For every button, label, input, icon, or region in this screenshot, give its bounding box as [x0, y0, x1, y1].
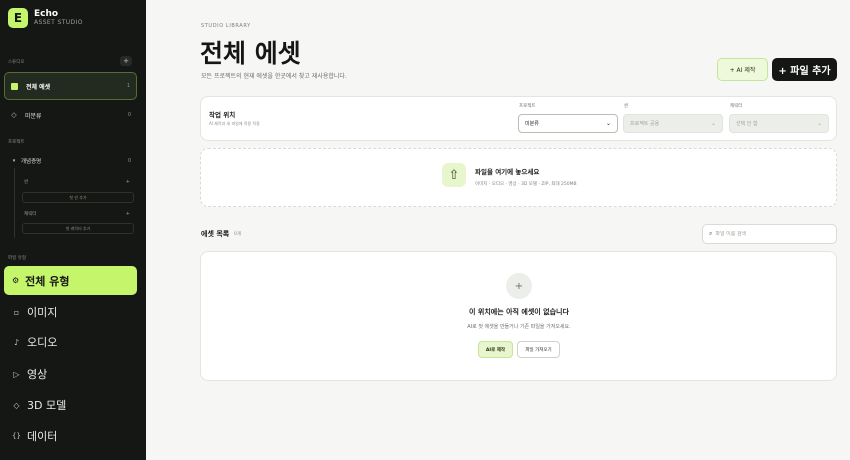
eyebrow: STUDIO LIBRARY [201, 23, 251, 29]
location-card: 작업 위치 AI 제작과 새 파일에 적용 적용 프로젝트 미분류 ⌄ 씬 프로… [200, 96, 837, 141]
add-studio-button[interactable]: + [120, 56, 132, 66]
dropzone-subtitle: 이미지 · 오디오 · 영상 · 3D 모델 · ZIP, 최대 250MB [475, 182, 577, 187]
brand[interactable]: E Echo ASSET STUDIO [8, 8, 83, 28]
project-select[interactable]: 미분류 ⌄ [518, 114, 618, 133]
search-input[interactable] [715, 231, 826, 237]
sidebar-type-image[interactable]: ▫ 이미지 [4, 300, 137, 324]
plus-icon[interactable]: + [126, 211, 130, 217]
sidebar-item-label: 개념증명 [21, 159, 42, 165]
brand-name: Echo [34, 9, 59, 19]
asset-list-title: 에셋 목록 [201, 230, 230, 238]
sub-label: 캐릭터 [24, 212, 37, 217]
scene-select[interactable]: 프로젝트 공용 ⌄ [623, 114, 723, 133]
plus-icon: + [506, 273, 532, 299]
sidebar-type-3d[interactable]: ◇ 3D 모델 [4, 393, 137, 417]
create-with-ai-button[interactable]: AI로 제작 [478, 341, 513, 358]
type-label: 이미지 [27, 306, 58, 319]
tree-line [14, 168, 15, 238]
select-value: 미분류 [525, 121, 539, 127]
cube-icon: ◇ [13, 400, 20, 410]
select-value: 선택 안 함 [736, 121, 758, 127]
section-label-file-type: 파일 유형 [8, 256, 26, 261]
chevron-down-icon: ⌄ [710, 120, 716, 127]
sidebar-type-video[interactable]: ▷ 영상 [4, 362, 137, 386]
caret-down-icon: ▾ [12, 158, 16, 164]
asset-list-count: 0개 [234, 232, 242, 237]
ai-create-button[interactable]: + AI 제작 [717, 58, 768, 81]
character-select-label: 캐릭터 [730, 104, 743, 109]
search-icon: ⌕ [709, 230, 713, 237]
sidebar-item-count: 0 [127, 112, 131, 118]
page-title: 전체 에셋 [200, 39, 301, 68]
image-icon: ▫ [13, 307, 20, 317]
upload-arrow-icon: ⇧ [442, 163, 466, 187]
character-select[interactable]: 선택 안 함 ⌄ [729, 114, 829, 133]
brand-logo: E [8, 8, 28, 28]
location-hint: AI 제작과 새 파일에 적용 적용 [209, 121, 260, 126]
add-scene-button[interactable]: 첫 씬 추가 [22, 192, 134, 203]
sidebar-type-data[interactable]: {} 데이터 [4, 424, 137, 448]
location-title: 작업 위치 [209, 111, 236, 119]
type-label: 3D 모델 [27, 399, 67, 412]
type-label: 오디오 [27, 336, 58, 349]
add-character-button[interactable]: 첫 캐릭터 추가 [22, 223, 134, 234]
diamond-icon: ◇ [11, 111, 17, 119]
add-file-button[interactable]: + 파일 추가 [772, 58, 837, 81]
settings-icon: ⚙ [12, 276, 20, 285]
empty-state-title: 이 위치에는 아직 에셋이 없습니다 [469, 308, 569, 316]
section-label-project: 프로젝트 [8, 140, 25, 145]
music-icon: ♪ [13, 337, 20, 347]
plus-icon[interactable]: + [126, 179, 130, 185]
dropzone-title: 파일을 여기에 놓으세요 [475, 168, 540, 176]
sidebar-item-count: 1 [126, 83, 130, 89]
import-file-button[interactable]: 파일 가져오기 [517, 341, 560, 358]
grid-icon [11, 82, 18, 90]
play-icon: ▷ [13, 369, 20, 379]
brand-subtitle: ASSET STUDIO [34, 19, 83, 26]
project-select-label: 프로젝트 [519, 104, 536, 109]
empty-state-subtitle: AI로 첫 에셋을 만들거나 기존 파일을 가져오세요. [467, 324, 571, 330]
scene-select-label: 씬 [624, 104, 629, 109]
sidebar: E Echo ASSET STUDIO 스튜디오 + 전체 에셋 1 ◇ 미분류… [0, 0, 146, 460]
type-label: 영상 [27, 368, 48, 381]
sidebar-item-label: 미분류 [25, 112, 42, 120]
sidebar-item-all-assets[interactable]: 전체 에셋 1 [4, 72, 137, 100]
sidebar-item-unclassified[interactable]: ◇ 미분류 0 [4, 106, 137, 124]
sub-label: 씬 [24, 180, 29, 185]
type-label: 데이터 [27, 430, 58, 443]
empty-state-card: + 이 위치에는 아직 에셋이 없습니다 AI로 첫 에셋을 만들거나 기존 파… [200, 251, 837, 381]
chevron-down-icon: ⌄ [816, 120, 822, 127]
sidebar-sub-scene[interactable]: 씬 + [22, 176, 134, 188]
sidebar-type-all[interactable]: ⚙ 전체 유형 [4, 266, 137, 295]
sidebar-sub-character[interactable]: 캐릭터 + [22, 208, 134, 220]
braces-icon: {} [12, 432, 21, 440]
sidebar-item-label: 전체 에셋 [26, 83, 51, 91]
sidebar-type-audio[interactable]: ♪ 오디오 [4, 330, 137, 354]
sidebar-item-project[interactable]: ▾ 개념증명 0 [4, 152, 137, 170]
page-subtitle: 모든 프로젝트의 현재 에셋을 한곳에서 찾고 재사용합니다. [201, 73, 347, 80]
search-box[interactable]: ⌕ [702, 224, 837, 244]
type-label: 전체 유형 [25, 274, 70, 288]
dropzone[interactable]: ⇧ 파일을 여기에 놓으세요 이미지 · 오디오 · 영상 · 3D 모델 · … [200, 148, 837, 207]
select-value: 프로젝트 공용 [630, 121, 660, 127]
sidebar-item-count: 0 [127, 158, 131, 164]
section-label-studio: 스튜디오 [8, 60, 25, 65]
chevron-down-icon: ⌄ [605, 120, 611, 127]
